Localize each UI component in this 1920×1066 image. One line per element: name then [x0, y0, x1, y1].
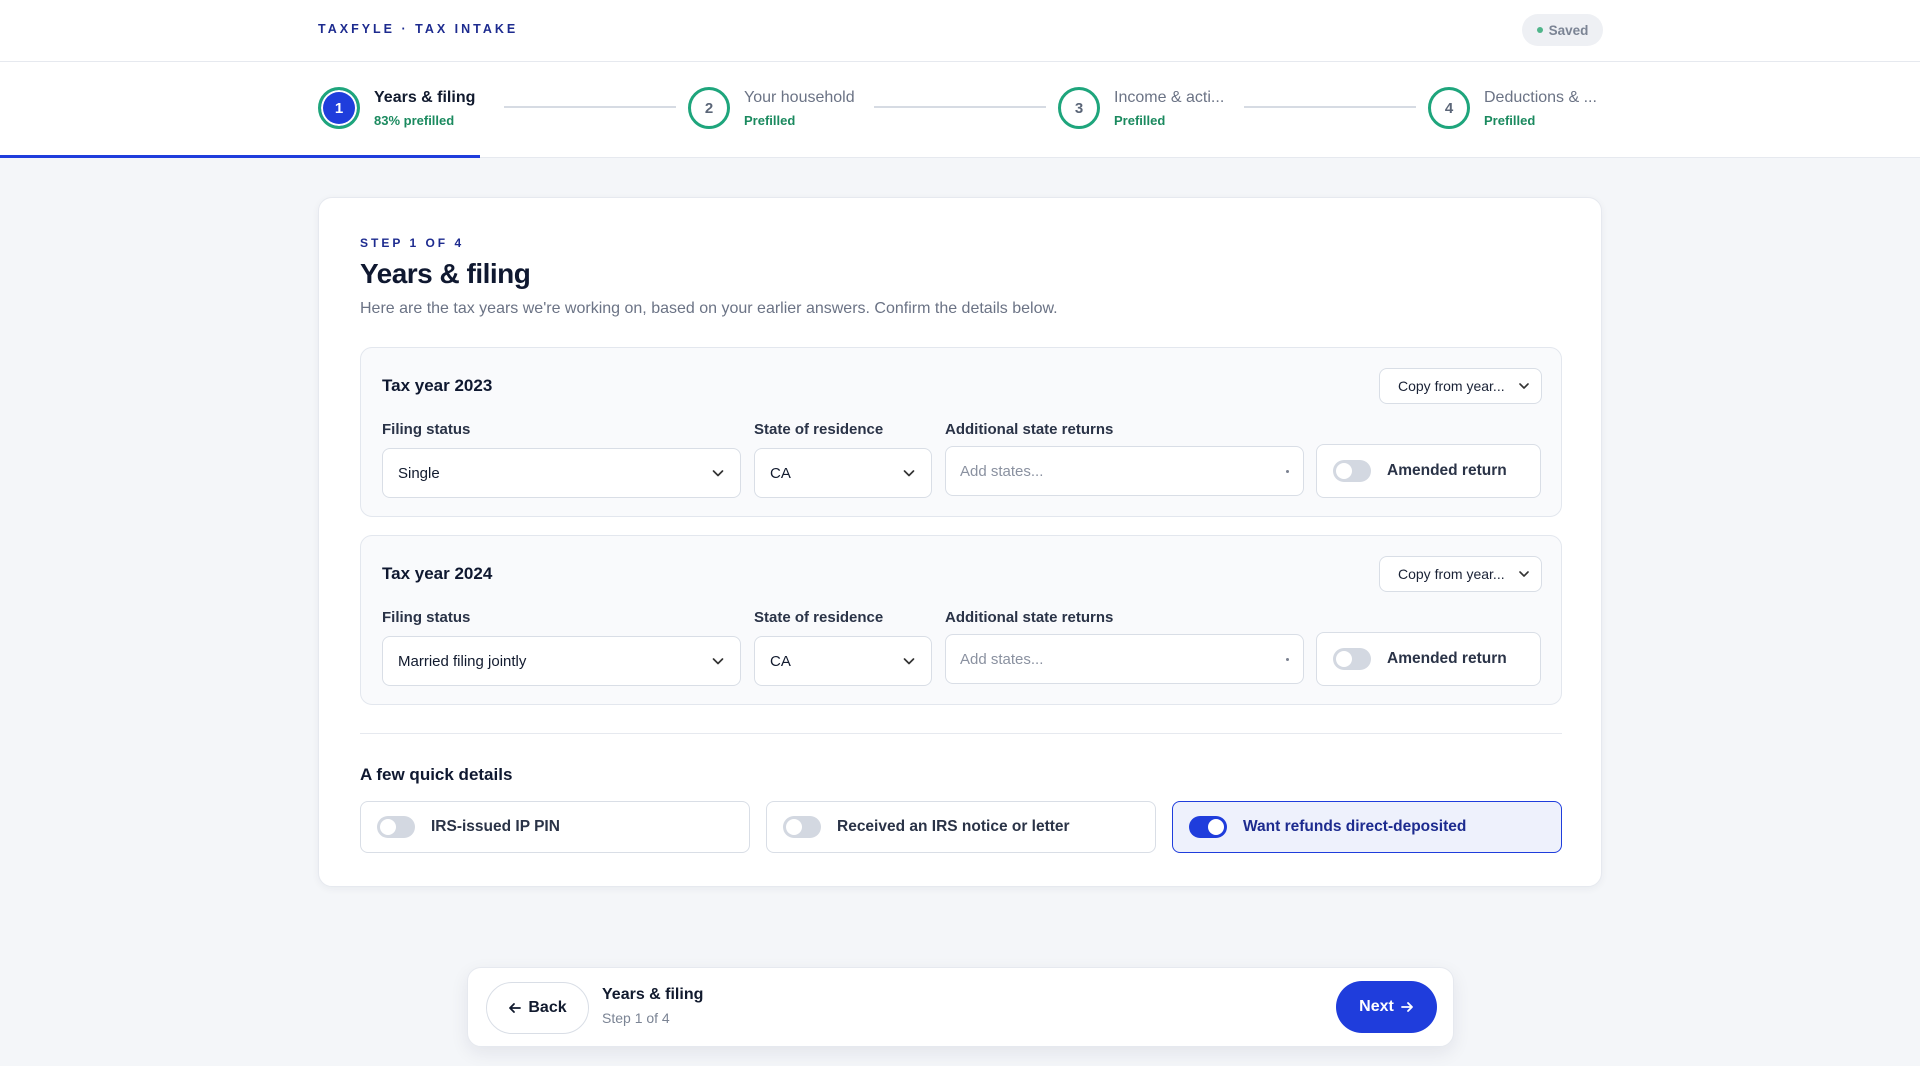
page-title: Years & filing [360, 258, 531, 289]
current-step-title: Years & filing [602, 986, 704, 1003]
additional-state-returns-label: Additional state returns [945, 609, 1114, 626]
state-of-residence-label: State of residence [754, 421, 884, 438]
copy-from-year-label: Copy from year... [1398, 378, 1505, 394]
tax-year-title: Tax year 2023 [382, 376, 493, 395]
quick-option-label: IRS-issued IP PIN [431, 818, 560, 835]
chevron-down-icon [1519, 571, 1529, 577]
arrow-left-icon [509, 1003, 522, 1013]
filing-status-select[interactable]: Single [382, 448, 741, 498]
current-step-counter: Step 1 of 4 [602, 1010, 670, 1026]
quick-option-label: Want refunds direct-deposited [1243, 818, 1467, 835]
step-4[interactable]: 4 Deductions & ... Prefilled [1428, 85, 1597, 131]
quick-option-direct-deposit[interactable]: Want refunds direct-deposited [1172, 801, 1562, 853]
quick-option-label: Received an IRS notice or letter [837, 818, 1070, 835]
quick-option-irs-notice[interactable]: Received an IRS notice or letter [766, 801, 1156, 853]
chevron-down-icon [1519, 383, 1529, 389]
filing-status-value: Single [398, 464, 440, 482]
step-connector [874, 106, 1046, 108]
amended-return-toggle[interactable]: Amended return [1316, 444, 1541, 498]
step-2-number: 2 [688, 87, 730, 129]
step-2-status: Prefilled [744, 112, 796, 128]
state-of-residence-label: State of residence [754, 609, 884, 626]
step-2[interactable]: 2 Your household Prefilled [688, 85, 855, 131]
step-4-status: Prefilled [1484, 112, 1536, 128]
copy-from-year-select[interactable]: Copy from year... [1379, 556, 1542, 592]
progress-stepper: 1 Years & filing 83% prefilled 2 Your ho… [0, 62, 1920, 158]
state-of-residence-select[interactable]: CA [754, 636, 932, 686]
step-4-number: 4 [1428, 87, 1470, 129]
state-of-residence-value: CA [770, 652, 791, 670]
page-description: Here are the tax years we're working on,… [360, 300, 1058, 317]
arrow-right-icon [1400, 1002, 1413, 1012]
stepper-progress-bar [0, 155, 480, 158]
input-indicator-icon [1286, 658, 1289, 661]
step-connector [1244, 106, 1416, 108]
step-connector [504, 106, 676, 108]
additional-state-returns-label: Additional state returns [945, 421, 1114, 438]
state-of-residence-value: CA [770, 464, 791, 482]
state-of-residence-select[interactable]: CA [754, 448, 932, 498]
save-status-badge: Saved [1522, 14, 1603, 46]
step-1[interactable]: 1 Years & filing 83% prefilled [318, 85, 475, 131]
back-button[interactable]: Back [486, 982, 589, 1034]
brand-title: TAXFYLE · TAX INTAKE [318, 22, 519, 36]
chevron-down-icon [712, 470, 724, 477]
step-3[interactable]: 3 Income & acti... Prefilled [1058, 85, 1224, 131]
section-divider [360, 733, 1562, 734]
next-button[interactable]: Next [1336, 981, 1437, 1033]
back-button-label: Back [528, 999, 567, 1016]
quick-option-ip-pin[interactable]: IRS-issued IP PIN [360, 801, 750, 853]
step-3-number: 3 [1058, 87, 1100, 129]
top-bar: TAXFYLE · TAX INTAKE Saved [0, 0, 1920, 62]
copy-from-year-label: Copy from year... [1398, 566, 1505, 582]
bottom-navigation-bar: Back Years & filing Step 1 of 4 Next [467, 967, 1454, 1047]
saved-dot-icon [1536, 27, 1543, 33]
additional-states-input[interactable]: Add states... [945, 446, 1304, 496]
additional-states-placeholder: Add states... [960, 650, 1044, 668]
toggle-switch[interactable] [1333, 460, 1371, 482]
step-2-title: Your household [744, 88, 855, 106]
copy-from-year-select[interactable]: Copy from year... [1379, 368, 1542, 404]
amended-return-toggle[interactable]: Amended return [1316, 632, 1541, 686]
step-3-status: Prefilled [1114, 112, 1166, 128]
additional-states-input[interactable]: Add states... [945, 634, 1304, 684]
step-1-status: 83% prefilled [374, 112, 455, 128]
chevron-down-icon [903, 658, 915, 665]
years-filing-card: STEP 1 OF 4 Years & filing Here are the … [318, 197, 1602, 887]
chevron-down-icon [712, 658, 724, 665]
save-status-label: Saved [1548, 22, 1589, 38]
tax-year-title: Tax year 2024 [382, 564, 493, 583]
toggle-switch[interactable] [1333, 648, 1371, 670]
toggle-switch[interactable] [1189, 816, 1227, 838]
step-3-title: Income & acti... [1114, 88, 1225, 106]
step-4-title: Deductions & ... [1484, 88, 1597, 106]
chevron-down-icon [903, 470, 915, 477]
tax-year-2024-section: Tax year 2024 Copy from year... Filing s… [360, 535, 1562, 705]
step-1-number: 1 [318, 87, 360, 129]
filing-status-label: Filing status [382, 609, 471, 626]
quick-details-title: A few quick details [360, 765, 513, 784]
amended-return-label: Amended return [1387, 462, 1507, 479]
step-1-title: Years & filing [374, 88, 476, 106]
amended-return-label: Amended return [1387, 650, 1507, 667]
filing-status-select[interactable]: Married filing jointly [382, 636, 741, 686]
toggle-switch[interactable] [783, 816, 821, 838]
filing-status-value: Married filing jointly [398, 652, 527, 670]
next-button-label: Next [1359, 998, 1394, 1015]
input-indicator-icon [1286, 470, 1289, 473]
additional-states-placeholder: Add states... [960, 462, 1044, 480]
tax-year-2023-section: Tax year 2023 Copy from year... Filing s… [360, 347, 1562, 517]
toggle-switch[interactable] [377, 816, 415, 838]
filing-status-label: Filing status [382, 421, 471, 438]
step-eyebrow: STEP 1 OF 4 [360, 236, 465, 250]
